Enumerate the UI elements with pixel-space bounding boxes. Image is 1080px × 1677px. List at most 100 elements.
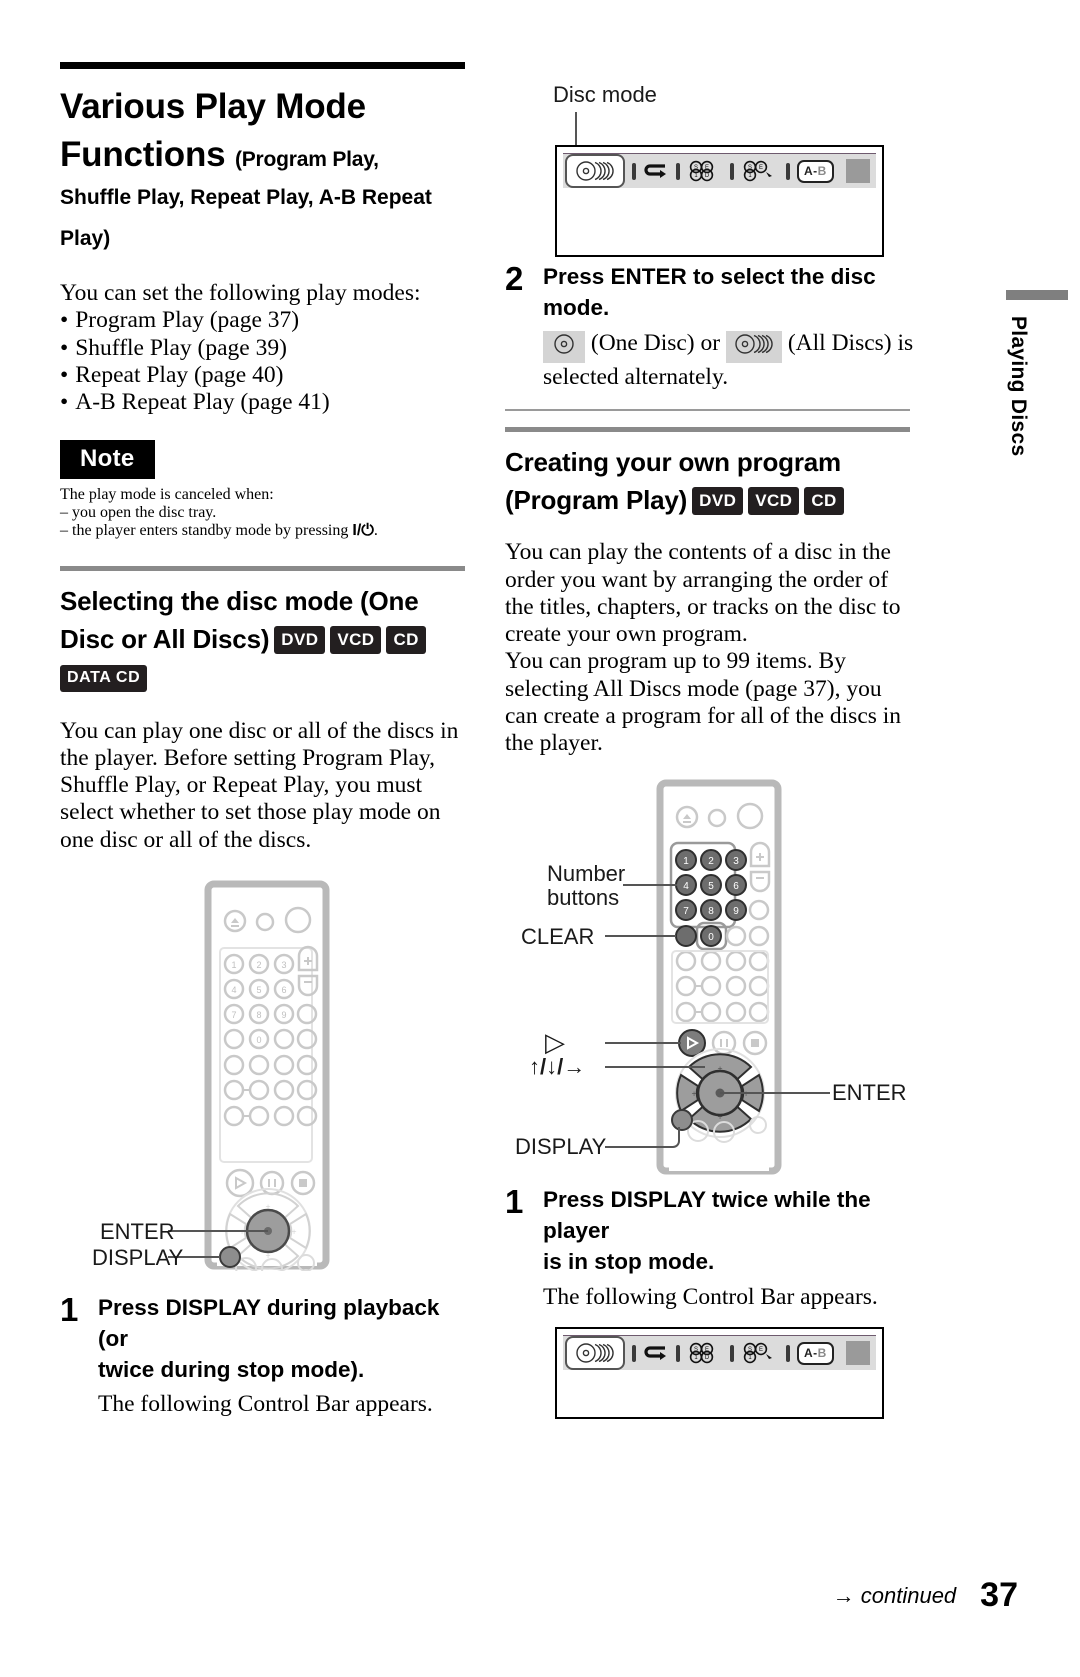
svg-text:1: 1 xyxy=(748,173,752,179)
standby-icon: I/⏻ xyxy=(352,522,374,540)
section-heading-disc-mode: Selecting the disc mode (One Disc or All… xyxy=(60,583,470,658)
svg-text:S: S xyxy=(694,165,698,171)
repeat-icon xyxy=(644,164,666,178)
svg-text:2: 2 xyxy=(708,856,714,867)
remote-illustration: 123 456 789 0 +++ xyxy=(168,880,330,1280)
svg-text:4: 4 xyxy=(231,985,236,995)
page-title-paren3: Play) xyxy=(60,227,111,251)
svg-text:+: + xyxy=(717,1064,722,1074)
continued-label: continued xyxy=(860,1582,957,1608)
control-bar-separator xyxy=(632,162,636,180)
section-heading-line2: Disc or All Discs) xyxy=(60,624,270,654)
note-line-3-post: . xyxy=(373,522,378,540)
callout-arrow-keys: ↑/↓/→ xyxy=(529,1054,586,1080)
svg-text:+: + xyxy=(265,1202,270,1212)
badge-vcd: VCD xyxy=(330,626,382,654)
badge-cd: CD xyxy=(804,486,844,515)
continued-arrow-icon: → xyxy=(832,1582,855,1608)
callout-disc-mode: Disc mode xyxy=(553,82,657,107)
page-number: 37 xyxy=(980,1576,1018,1614)
step-number: 2 xyxy=(505,260,524,297)
repeat-icon xyxy=(644,1346,666,1360)
section-heading-line1: Selecting the disc mode (One xyxy=(60,586,419,617)
remote-diagram-right: 123 456 789 0 + + + Number buttons CLEAR… xyxy=(505,775,915,1175)
svg-text:9: 9 xyxy=(281,1010,286,1020)
svg-text:3: 3 xyxy=(733,856,739,867)
svg-text:D: D xyxy=(705,1355,710,1361)
svg-text:6: 6 xyxy=(281,985,286,995)
control-bar-figure-top: Disc mode S E 1 D S E 1 A-B xyxy=(505,82,915,262)
all-discs-icon xyxy=(576,1343,614,1363)
note-block: Note The play mode is canceled when: – y… xyxy=(60,440,470,540)
svg-text:E: E xyxy=(705,1347,709,1353)
page-title-paren2: Shuffle Play, Repeat Play, A-B Repeat xyxy=(60,186,432,210)
step-number: 1 xyxy=(505,1183,524,1221)
svg-text:7: 7 xyxy=(231,1010,236,1020)
badge-dvd: DVD xyxy=(274,626,326,654)
control-bar-separator xyxy=(730,1344,734,1362)
svg-text:E: E xyxy=(759,165,763,171)
control-bar-end-block xyxy=(846,159,870,183)
right-column: Disc mode S E 1 D S E 1 A-B 2 Press ENTE… xyxy=(505,82,915,1419)
step-2-right: 2 Press ENTER to select the disc mode. (… xyxy=(505,262,915,391)
one-disc-label: (One Disc) or xyxy=(590,329,721,356)
svg-text:1: 1 xyxy=(231,960,236,970)
svg-text:9: 9 xyxy=(733,906,739,917)
svg-text:D: D xyxy=(705,173,710,179)
all-discs-icon xyxy=(576,161,614,181)
svg-text:1: 1 xyxy=(694,173,698,179)
remote-diagram-left: 123 456 789 0 + + + ENTER DISPLAY xyxy=(60,876,470,1280)
svg-text:S: S xyxy=(748,165,752,171)
callout-display-right: DISPLAY xyxy=(515,1134,607,1160)
badge-row-data-cd: DATA CD xyxy=(60,664,470,692)
page-title-line1: Various Play Mode xyxy=(60,87,366,126)
step-1-right: 1 Press DISPLAY twice while the player i… xyxy=(505,1185,915,1311)
step-number: 1 xyxy=(60,1290,79,1328)
svg-text:5: 5 xyxy=(256,985,261,995)
control-bar: S E 1 D S E 1 A-B xyxy=(563,1335,876,1370)
svg-text:+: + xyxy=(717,1112,722,1122)
svg-text:4: 4 xyxy=(683,881,689,892)
svg-text:7: 7 xyxy=(683,906,689,917)
control-bar-separator xyxy=(786,162,790,180)
note-badge: Note xyxy=(60,440,155,480)
step-body: (One Disc) or (All Discs) is selected al… xyxy=(543,329,915,391)
svg-text:8: 8 xyxy=(256,1010,261,1020)
note-body: The play mode is canceled when: – you op… xyxy=(60,486,470,540)
program-icon: S E 1 xyxy=(743,1342,772,1364)
callout-number-buttons-line1: Number xyxy=(547,861,626,887)
badge-dvd: DVD xyxy=(692,486,744,515)
svg-text:3: 3 xyxy=(281,960,286,970)
callout-leader-disc-mode xyxy=(575,112,577,147)
page-title-paren1: (Program Play, xyxy=(234,147,379,171)
title-rule xyxy=(60,62,465,69)
badge-cd: CD xyxy=(386,626,426,654)
manual-page: Various Play Mode Functions (Program Pla… xyxy=(0,0,1080,1677)
note-line-3: – the player enters standby mode by pres… xyxy=(60,522,470,540)
callout-enter-left: ENTER xyxy=(100,1218,175,1244)
control-bar-screen-top: S E 1 D S E 1 A-B xyxy=(555,145,884,257)
step-title-line1: Press DISPLAY during playback (or xyxy=(98,1294,440,1351)
svg-text:2: 2 xyxy=(256,960,261,970)
list-item: Shuffle Play (page 39) xyxy=(60,335,470,362)
svg-text:1: 1 xyxy=(683,856,689,867)
play-modes-list: Program Play (page 37) Shuffle Play (pag… xyxy=(60,307,470,416)
control-bar-separator xyxy=(730,162,734,180)
program-icon: S E 1 xyxy=(743,160,772,182)
svg-text:0: 0 xyxy=(708,932,714,943)
control-bar-separator xyxy=(632,1344,636,1362)
svg-text:S: S xyxy=(694,1347,698,1353)
remote-illustration: 123 456 789 0 +++ xyxy=(605,779,830,1175)
step-title: Press DISPLAY twice while the player is … xyxy=(543,1185,915,1277)
list-item: A-B Repeat Play (page 41) xyxy=(60,389,470,416)
control-bar-separator xyxy=(676,162,680,180)
step-title: Press ENTER to select the disc mode. xyxy=(543,264,876,320)
step-title-line1: Press DISPLAY twice while the player xyxy=(543,1187,871,1244)
side-tab-label: Playing Discs xyxy=(1007,316,1030,457)
left-column: Various Play Mode Functions (Program Pla… xyxy=(60,62,470,1419)
svg-text:S: S xyxy=(748,1347,752,1353)
section-heading-line2: (Program Play) xyxy=(505,484,688,515)
section-rule xyxy=(505,427,910,432)
step-2-body-line2: selected alternately. xyxy=(543,363,729,390)
svg-text:E: E xyxy=(705,165,709,171)
